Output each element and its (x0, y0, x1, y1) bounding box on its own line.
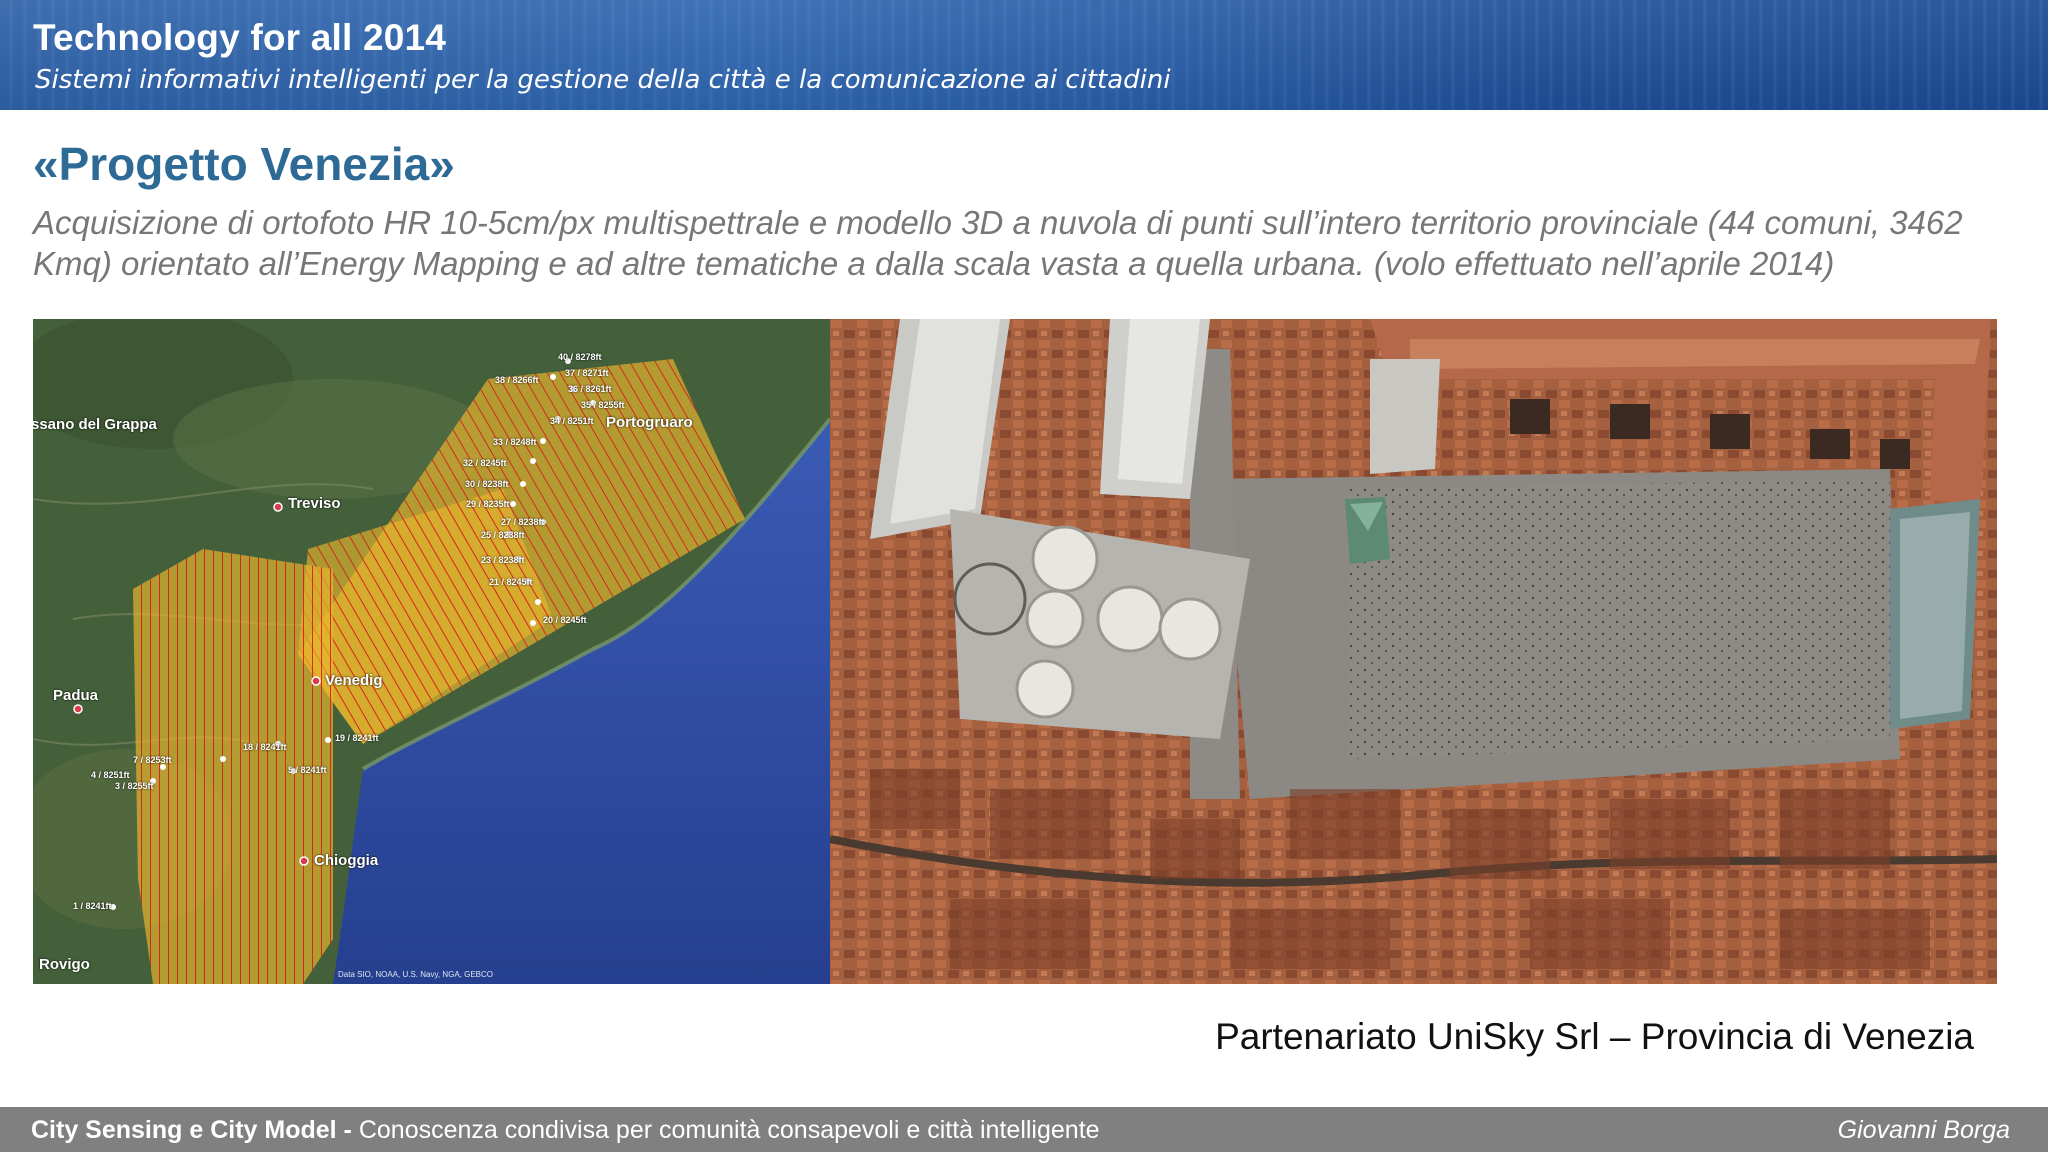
footer-caption-text: Conoscenza condivisa per comunità consap… (358, 1116, 1100, 1144)
aerial-orthophoto-image (830, 319, 1997, 984)
footer-caption-bold: City Sensing e City Model - (31, 1116, 359, 1144)
waypoint-label: 33 / 8248ft (493, 437, 537, 447)
waypoint-label: 38 / 8266ft (495, 375, 539, 385)
slide-title: «Progetto Venezia» (33, 138, 455, 190)
waypoint-label: 23 / 8238ft (481, 555, 525, 565)
waypoint-label: 21 / 8245ft (489, 577, 533, 587)
waypoint-label: 3 / 8255ft (115, 781, 154, 791)
footer-bar: City Sensing e City Model - Conoscenza c… (0, 1107, 2048, 1152)
waypoint-label: 40 / 8278ft (558, 352, 602, 362)
map-place-label: Rovigo (39, 956, 90, 973)
partnership-caption: Partenariato UniSky Srl – Provincia di V… (1215, 1016, 1974, 1057)
waypoint-label: 37 / 8271ft (565, 368, 609, 378)
waypoint-label: 30 / 8238ft (465, 479, 509, 489)
waypoint-label: 1 / 8241ft (73, 901, 112, 911)
header-subtitle: Sistemi informativi intelligenti per la … (35, 65, 1171, 95)
waypoint-label: 18 / 8241ft (243, 742, 287, 752)
map-place-label: ssano del Grappa (33, 416, 157, 433)
footer-author: Giovanni Borga (1837, 1116, 2010, 1144)
slide-description: Acquisizione di ortofoto HR 10-5cm/px mu… (33, 204, 1963, 282)
map-place-label: Treviso (288, 495, 341, 512)
waypoint-label: 19 / 8241ft (335, 733, 379, 743)
waypoint-label: 27 / 8238ft (501, 517, 545, 527)
waypoint-label: 36 / 8261ft (568, 384, 612, 394)
waypoint-label: 5 / 8241ft (288, 765, 327, 775)
waypoint-label: 4 / 8251ft (91, 770, 130, 780)
flight-plan-map-image: ssano del Grappa Treviso Portogruaro Ven… (33, 319, 830, 984)
map-place-label: Portogruaro (606, 414, 693, 431)
waypoint-label: 29 / 8235ft (466, 499, 510, 509)
footer-caption: City Sensing e City Model - Conoscenza c… (31, 1116, 1100, 1145)
waypoint-label: 34 / 8251ft (550, 416, 594, 426)
waypoint-label: 7 / 8253ft (133, 755, 172, 765)
header-banner: Technology for all 2014 Sistemi informat… (0, 0, 2048, 110)
map-data-credit: Data SIO, NOAA, U.S. Navy, NGA, GEBCO (338, 970, 493, 979)
map-place-label: Chioggia (314, 852, 379, 869)
waypoint-label: 32 / 8245ft (463, 458, 507, 468)
waypoint-label: 20 / 8245ft (543, 615, 587, 625)
map-place-label: Padua (53, 687, 99, 704)
waypoint-label: 35 / 8255ft (581, 400, 625, 410)
waypoint-label: 25 / 8238ft (481, 530, 525, 540)
aerial-graphic (830, 319, 1997, 984)
map-place-label: Venedig (325, 672, 383, 689)
header-title: Technology for all 2014 (33, 17, 447, 58)
